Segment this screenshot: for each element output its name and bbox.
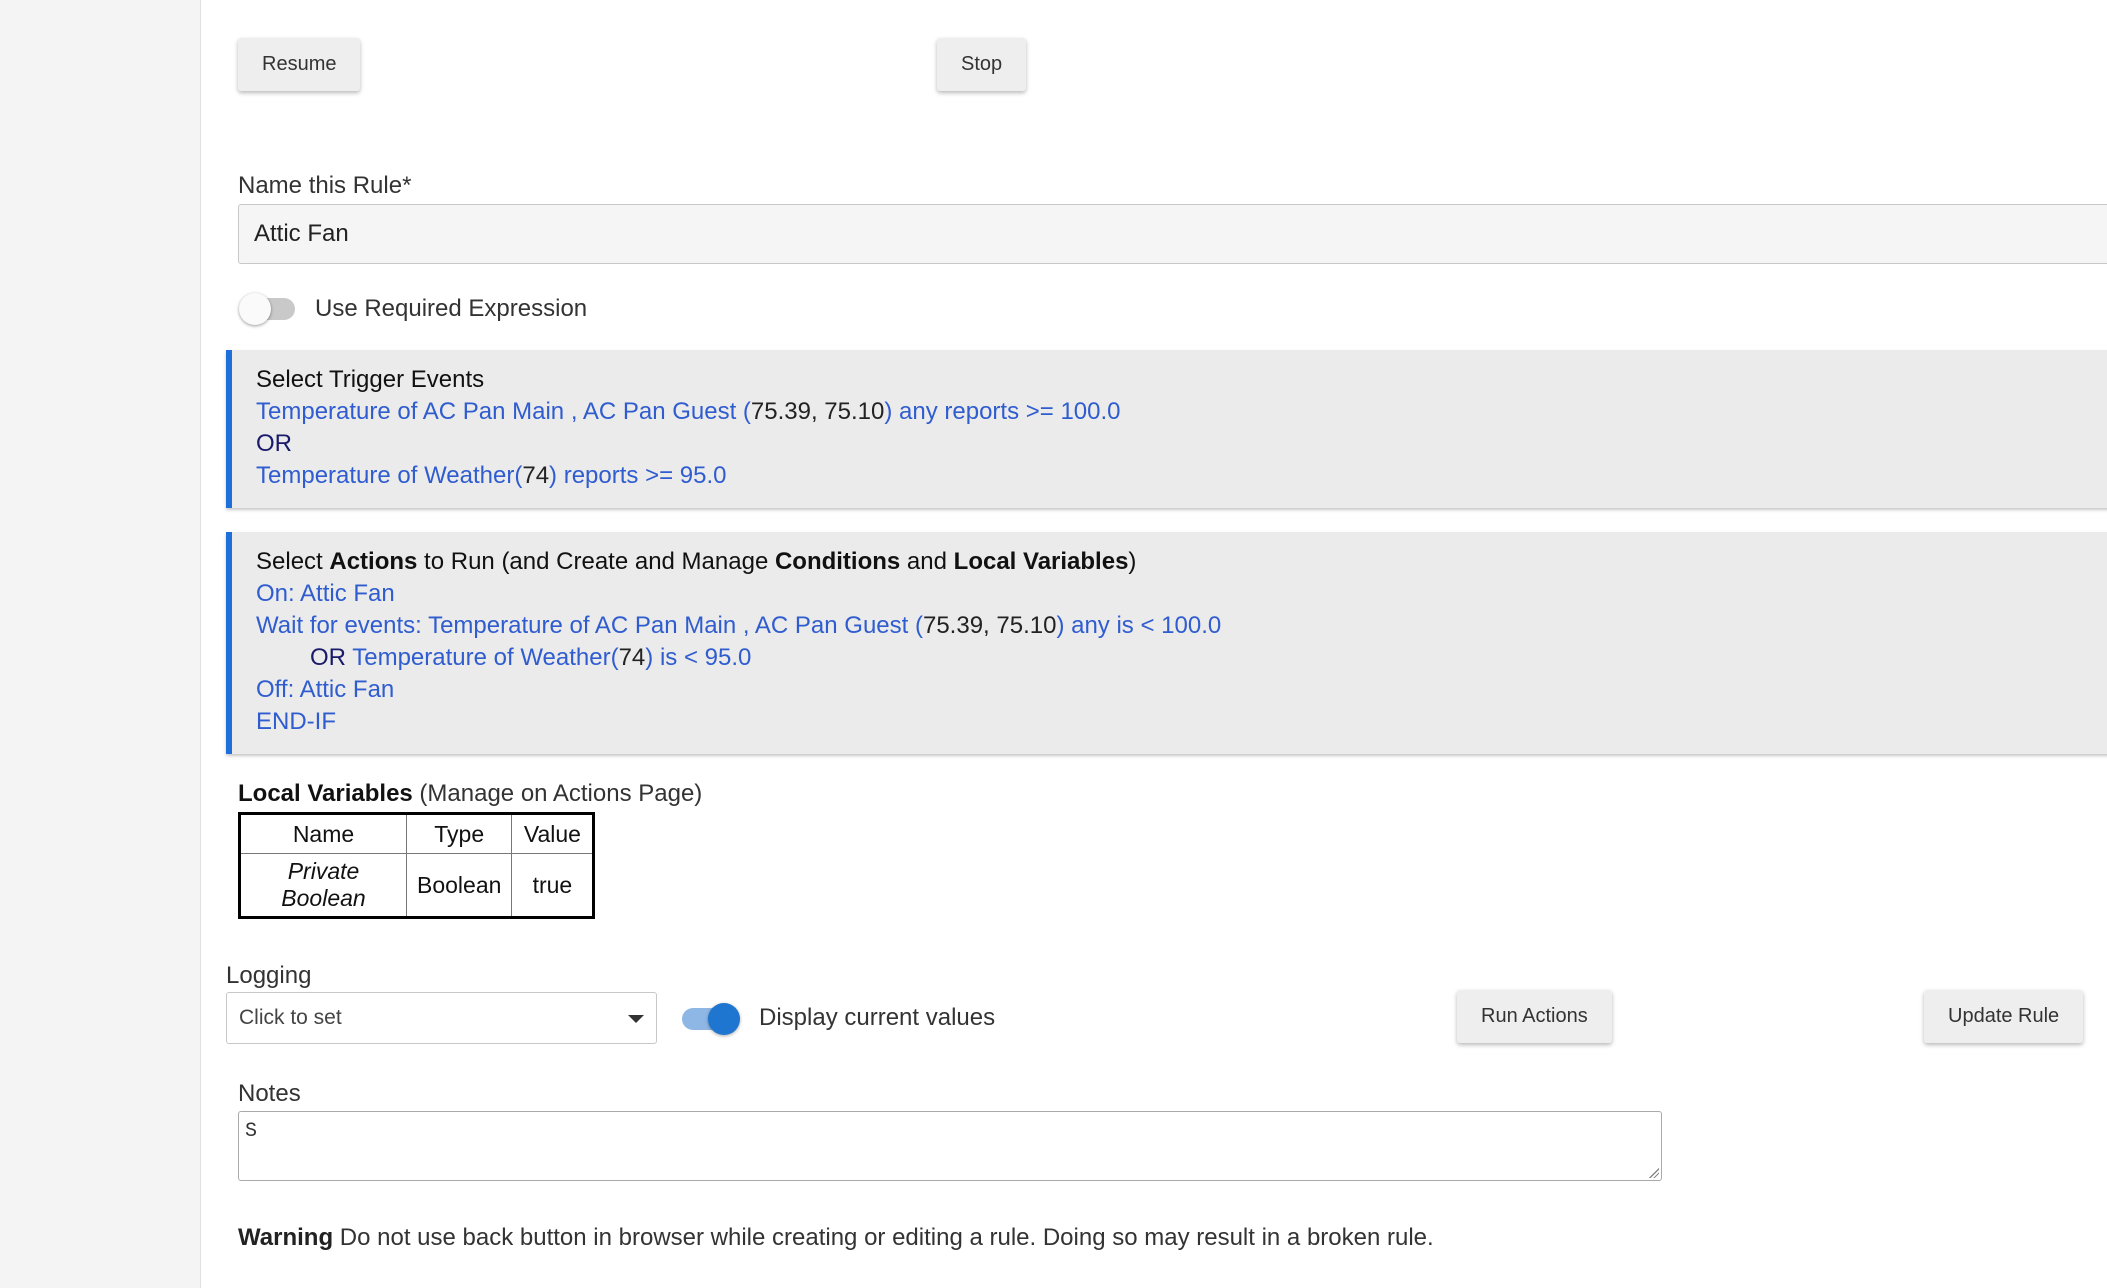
variable-type: Boolean	[405, 853, 513, 918]
update-rule-button[interactable]: Update Rule	[1924, 990, 2084, 1043]
trigger-2-values: 74	[522, 462, 550, 489]
resize-grip-icon[interactable]	[1649, 1168, 1659, 1178]
trigger-or: OR	[256, 430, 292, 457]
column-type: Type	[405, 813, 513, 854]
notes-label: Notes	[238, 1080, 301, 1107]
left-sidebar	[0, 0, 201, 1288]
column-name: Name	[239, 813, 407, 854]
action-wait: Wait for events: Temperature of AC Pan M…	[256, 612, 1222, 639]
action-on: On: Attic Fan	[256, 580, 395, 607]
warning-message: Warning Do not use back button in browse…	[238, 1224, 1434, 1251]
table-header-row: Name Type Value	[239, 813, 595, 854]
logging-label: Logging	[226, 962, 312, 989]
run-actions-button[interactable]: Run Actions	[1457, 990, 1612, 1043]
trigger-line-2: Temperature of Weather(74) reports >= 95…	[256, 460, 2107, 492]
toggle-knob	[708, 1003, 740, 1035]
trigger-events-title: Select Trigger Events	[256, 366, 485, 393]
chevron-down-icon	[628, 1015, 644, 1023]
trigger-line-1: Temperature of AC Pan Main , AC Pan Gues…	[256, 396, 2107, 428]
local-variables-table: Name Type Value Private Boolean Boolean …	[238, 812, 596, 919]
trigger-events-panel[interactable]: Select Trigger Events Temperature of AC …	[226, 350, 2107, 508]
toggle-knob	[239, 293, 271, 325]
trigger-2-text: Temperature of Weather(	[256, 462, 523, 489]
variable-name: Private Boolean	[239, 853, 407, 918]
rule-editor: Resume Stop Name this Rule* Use Required…	[201, 0, 2107, 1288]
required-expression-label: Use Required Expression	[315, 295, 588, 322]
column-value: Value	[511, 813, 595, 854]
table-row: Private Boolean Boolean true	[239, 853, 595, 918]
trigger-1-condition: ) any reports >= 100.0	[884, 398, 1121, 425]
stop-button[interactable]: Stop	[937, 38, 1027, 91]
notes-text: S	[245, 1120, 258, 1143]
display-values-label: Display current values	[759, 1004, 996, 1031]
variable-value: true	[511, 853, 595, 918]
rule-name-label: Name this Rule*	[238, 172, 412, 199]
action-wait-or: OR Temperature of Weather(74) is < 95.0	[310, 644, 752, 671]
logging-select[interactable]: Click to set	[226, 992, 657, 1044]
trigger-1-text: Temperature of AC Pan Main , AC Pan Gues…	[256, 398, 751, 425]
resume-button[interactable]: Resume	[238, 38, 361, 91]
action-off: Off: Attic Fan	[256, 676, 395, 703]
rule-name-input[interactable]	[238, 204, 2107, 264]
display-values-toggle[interactable]	[682, 1003, 740, 1035]
action-endif: END-IF	[256, 708, 336, 735]
actions-title: Select Actions to Run (and Create and Ma…	[256, 548, 1137, 575]
required-expression-toggle[interactable]	[239, 293, 295, 325]
notes-textarea[interactable]: S	[238, 1111, 1662, 1181]
local-variables-heading: Local Variables (Manage on Actions Page)	[238, 780, 703, 807]
trigger-1-values: 75.39, 75.10	[750, 398, 885, 425]
actions-panel[interactable]: Select Actions to Run (and Create and Ma…	[226, 532, 2107, 754]
trigger-2-condition: ) reports >= 95.0	[549, 462, 727, 489]
logging-select-value: Click to set	[239, 1006, 342, 1029]
